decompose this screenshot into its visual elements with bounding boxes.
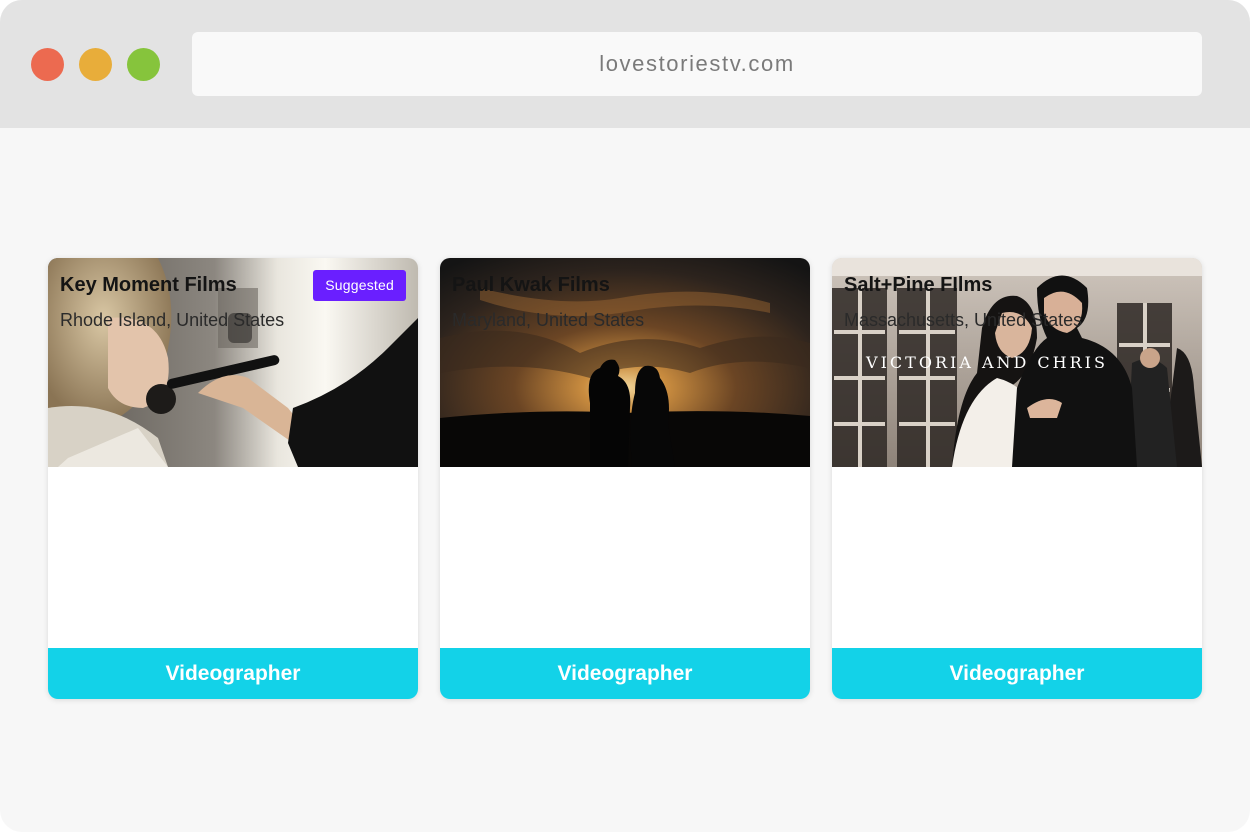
vendor-role-bar[interactable]: Videographer: [48, 648, 418, 699]
close-window-button[interactable]: [31, 48, 64, 81]
vendor-location: Rhode Island, United States: [60, 310, 285, 330]
vendor-role-label: Videographer: [557, 661, 693, 685]
image-overlay-title: VICTORIA AND CHRIS: [865, 353, 1108, 372]
vendor-card[interactable]: VICTORIA AND CHRIS Salt+Pine FIlms Massa…: [832, 258, 1202, 699]
vendor-card[interactable]: Paul Kwak Films Maryland, United States …: [440, 258, 810, 699]
vendor-name[interactable]: Salt+Pine FIlms: [844, 274, 992, 297]
maximize-window-button[interactable]: [127, 48, 160, 81]
suggested-badge: Suggested: [313, 270, 406, 301]
vendor-name[interactable]: Paul Kwak Films: [452, 274, 610, 297]
vendor-role-bar[interactable]: Videographer: [440, 648, 810, 699]
vendor-card[interactable]: Suggested Key Moment Films Rhode Island,…: [48, 258, 418, 699]
minimize-window-button[interactable]: [79, 48, 112, 81]
url-text: lovestoriestv.com: [599, 51, 795, 76]
vendor-location: Massachusetts, United States: [844, 310, 1083, 330]
vendor-location: Maryland, United States: [452, 310, 645, 330]
vendor-role-bar[interactable]: Videographer: [832, 648, 1202, 699]
vendor-role-label: Videographer: [949, 661, 1085, 685]
vendor-role-label: Videographer: [165, 661, 301, 685]
browser-titlebar: lovestoriestv.com: [0, 0, 1250, 128]
vendor-name[interactable]: Key Moment Films: [60, 274, 237, 297]
address-bar[interactable]: lovestoriestv.com: [192, 32, 1202, 96]
browser-window: lovestoriestv.com Suggested Key Moment F…: [0, 0, 1250, 832]
